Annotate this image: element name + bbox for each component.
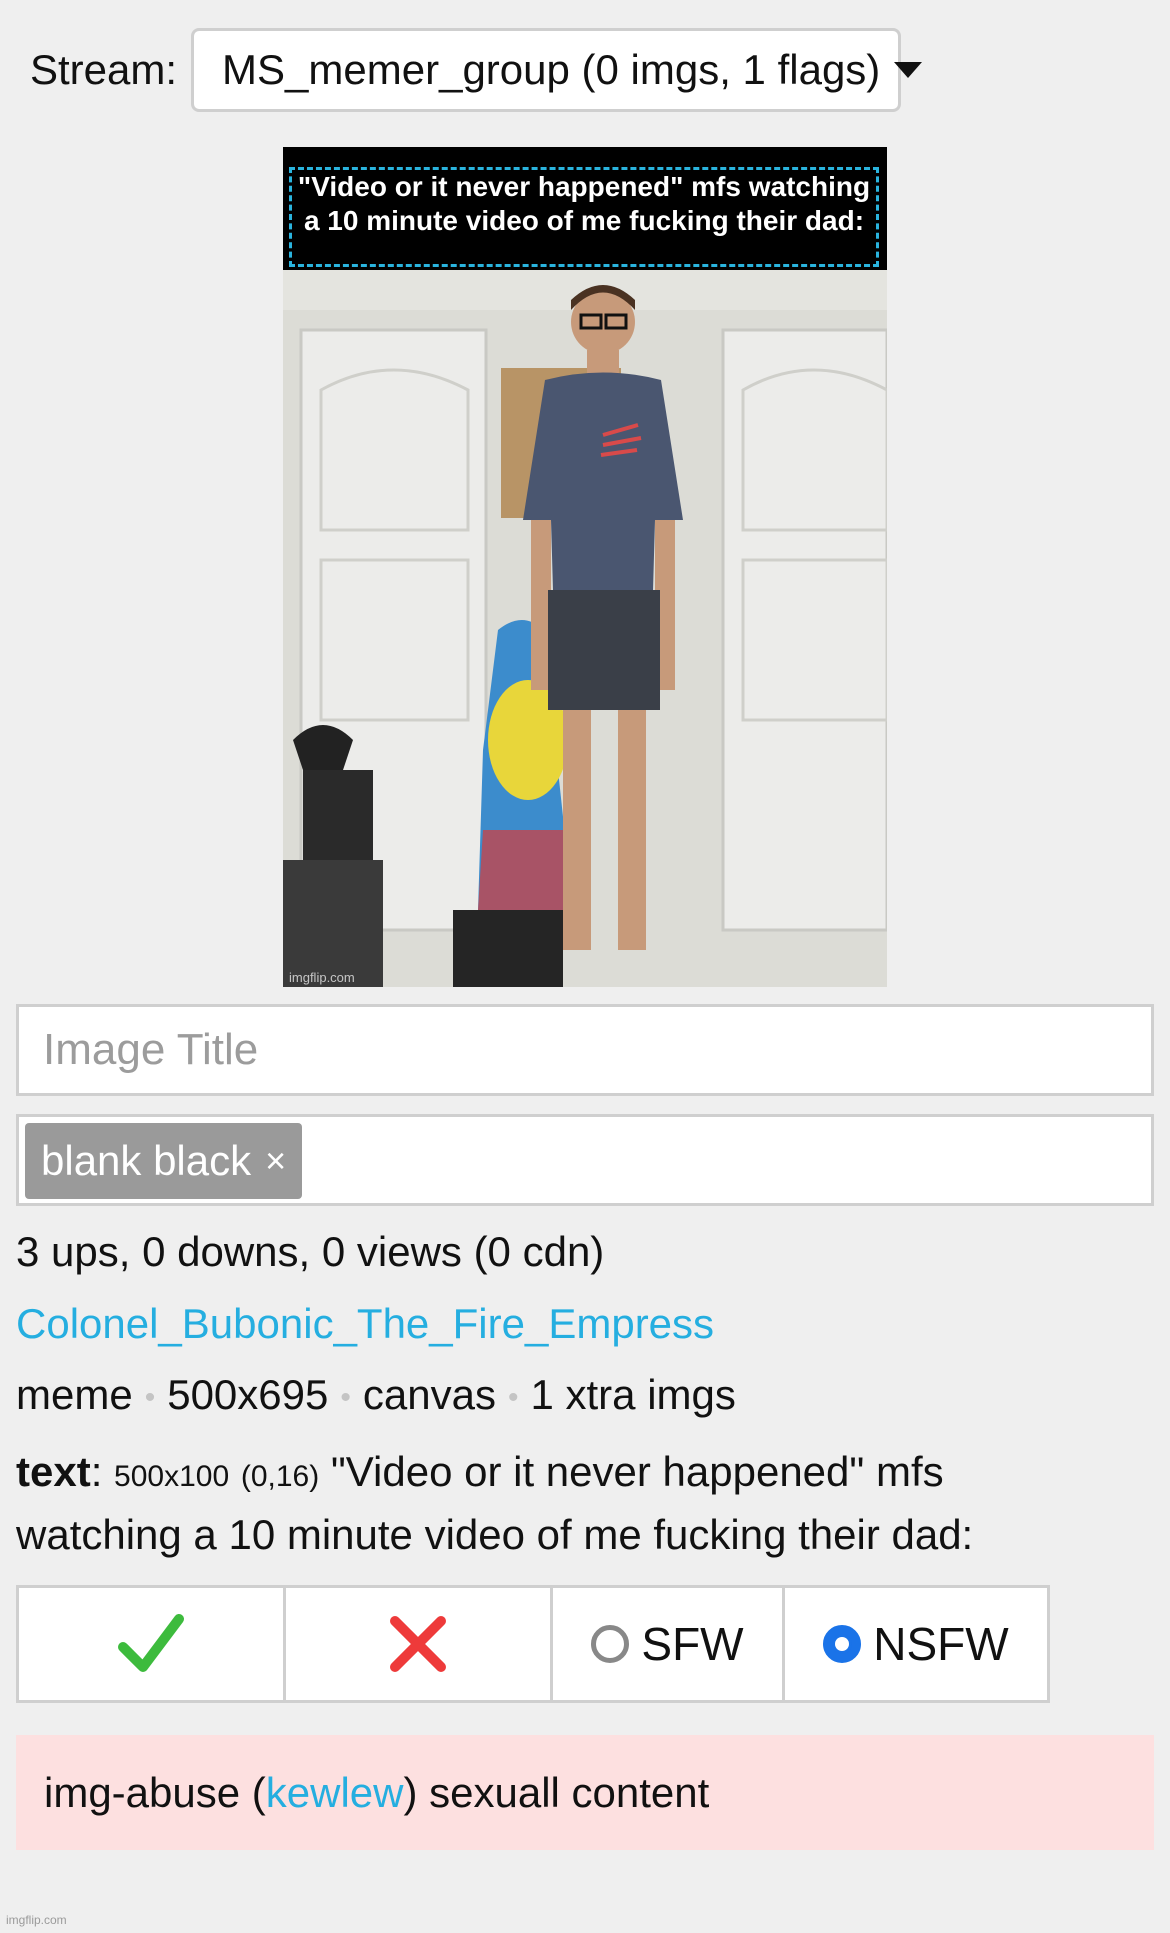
footer-watermark: imgflip.com [6, 1913, 67, 1927]
text-dims: 500x100 [114, 1460, 230, 1493]
nsfw-label: NSFW [873, 1618, 1009, 1670]
radio-selected-icon [823, 1625, 862, 1663]
cross-icon [390, 1616, 446, 1672]
moderation-buttons: SFW NSFW [16, 1585, 1050, 1703]
flag-suffix: ) sexuall content [403, 1768, 710, 1816]
nsfw-radio[interactable]: NSFW [782, 1585, 1050, 1703]
stream-select[interactable]: MS_memer_group (0 imgs, 1 flags) [191, 28, 923, 112]
separator-dot: • [144, 1380, 156, 1414]
meta-dimensions: 500x695 [167, 1371, 329, 1418]
tag-label: blank black [41, 1137, 252, 1184]
approve-button[interactable] [16, 1585, 286, 1703]
stream-label: Stream: [30, 46, 178, 93]
meme-photo [283, 270, 887, 987]
chevron-down-icon [894, 62, 923, 78]
text-pos: (0,16) [240, 1460, 320, 1493]
radio-unselected-icon [591, 1625, 630, 1663]
image-stats: 3 ups, 0 downs, 0 views (0 cdn) [16, 1228, 605, 1275]
sfw-radio[interactable]: SFW [550, 1585, 785, 1703]
image-title-input[interactable] [16, 1004, 1154, 1096]
meta-extra-imgs: 1 xtra imgs [530, 1371, 736, 1418]
stream-row: Stream: MS_memer_group (0 imgs, 1 flags) [30, 28, 923, 112]
stream-selected-value: MS_memer_group (0 imgs, 1 flags) [222, 46, 881, 93]
separator-dot: • [340, 1380, 351, 1414]
meta-render: canvas [362, 1371, 496, 1418]
remove-tag-icon[interactable]: × [265, 1140, 286, 1182]
meta-type: meme [16, 1371, 133, 1418]
flag-notice: img-abuse (kewlew) sexuall content [16, 1735, 1154, 1850]
meme-watermark: imgflip.com [289, 970, 355, 985]
tag-chip: blank black × [25, 1123, 303, 1199]
reject-button[interactable] [283, 1585, 553, 1703]
tags-input[interactable]: blank black × [16, 1114, 1154, 1206]
sfw-label: SFW [641, 1618, 744, 1670]
meme-image: "Video or it never happened" mfs watchin… [283, 147, 887, 987]
image-meta: meme • 500x695 • canvas • 1 xtra imgs [16, 1371, 736, 1419]
separator-dot: • [507, 1380, 519, 1414]
meme-caption-text[interactable]: "Video or it never happened" mfs watchin… [289, 167, 879, 267]
flag-user-link[interactable]: kewlew [266, 1769, 404, 1817]
flag-prefix: img-abuse ( [44, 1768, 266, 1816]
text-label: text [16, 1448, 91, 1495]
text-box-info: text: 500x100 (0,16) "Video or it never … [16, 1448, 974, 1558]
check-icon [118, 1614, 184, 1672]
author-link[interactable]: Colonel_Bubonic_The_Fire_Empress [16, 1300, 714, 1348]
